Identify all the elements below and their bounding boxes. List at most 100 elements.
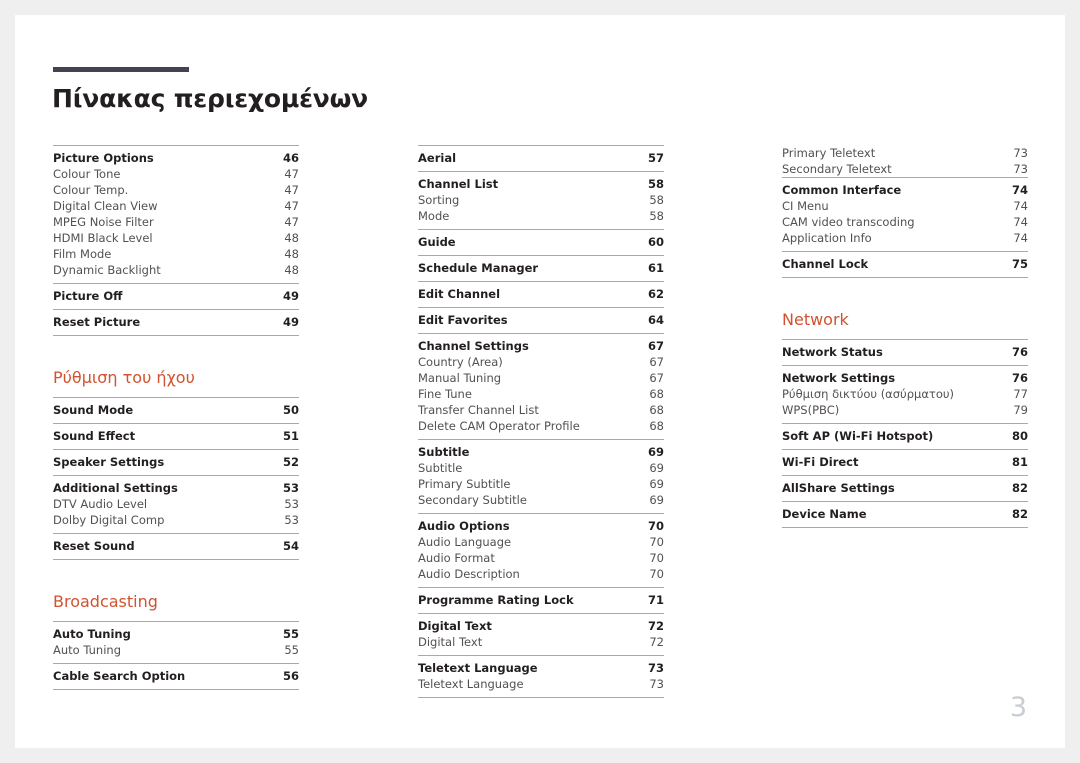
toc-entry-dynamic-backlight[interactable]: Dynamic Backlight 48 (53, 262, 299, 278)
toc-entry-page-number: 68 (649, 387, 664, 401)
toc-group-picture-options: Picture Options 46 Colour Tone 47 Colour Tem… (53, 145, 299, 283)
toc-entry-audio-options[interactable]: Audio Options 70 (418, 518, 664, 534)
toc-entry-aerial[interactable]: Aerial 57 (418, 150, 664, 166)
toc-entry-dtv-audio-level[interactable]: DTV Audio Level 53 (53, 496, 299, 512)
toc-entry-picture-options[interactable]: Picture Options 46 (53, 150, 299, 166)
toc-entry-page-number: 53 (284, 497, 299, 511)
toc-entry-sorting[interactable]: Sorting 58 (418, 192, 664, 208)
toc-entry-label: Wi-Fi Direct (782, 455, 859, 469)
toc-entry-secondary-teletext[interactable]: Secondary Teletext 73 (782, 161, 1028, 177)
toc-entry-page-number: 60 (647, 235, 664, 249)
toc-entry-speaker-settings[interactable]: Speaker Settings 52 (53, 454, 299, 470)
toc-entry-page-number: 72 (649, 635, 664, 649)
toc-entry-application-info[interactable]: Application Info 74 (782, 230, 1028, 246)
toc-entry-page-number: 49 (282, 315, 299, 329)
toc-entry-transfer-channel-list[interactable]: Transfer Channel List 68 (418, 402, 664, 418)
toc-entry-programme-rating-lock[interactable]: Programme Rating Lock 71 (418, 592, 664, 608)
toc-entry-secondary-subtitle[interactable]: Secondary Subtitle 69 (418, 492, 664, 508)
column-left: Picture Options 46 Colour Tone 47 Colour Tem… (53, 145, 299, 698)
toc-entry-page-number: 72 (647, 619, 664, 633)
toc-entry-channel-settings[interactable]: Channel Settings 67 (418, 338, 664, 354)
toc-entry-auto-tuning[interactable]: Auto Tuning 55 (53, 642, 299, 658)
toc-entry-digital-text[interactable]: Digital Text 72 (418, 634, 664, 650)
toc-entry-sound-effect[interactable]: Sound Effect 51 (53, 428, 299, 444)
toc-entry-mpeg-noise-filter[interactable]: MPEG Noise Filter 47 (53, 214, 299, 230)
toc-entry-label: Secondary Subtitle (418, 493, 527, 507)
toc-entry-reset-picture[interactable]: Reset Picture 49 (53, 314, 299, 330)
toc-entry-page-number: 61 (647, 261, 664, 275)
toc-entry-guide[interactable]: Guide 60 (418, 234, 664, 250)
toc-entry-fine-tune[interactable]: Fine Tune 68 (418, 386, 664, 402)
toc-entry-auto-tuning[interactable]: Auto Tuning 55 (53, 626, 299, 642)
toc-entry-label: Sound Effect (53, 429, 136, 443)
toc-entry-reset-sound[interactable]: Reset Sound 54 (53, 538, 299, 554)
column-right: Primary Teletext 73 Secondary Teletext 73 Co… (782, 145, 1028, 698)
toc-entry-audio-language[interactable]: Audio Language 70 (418, 534, 664, 550)
toc-entry-ci-menu[interactable]: CI Menu 74 (782, 198, 1028, 214)
toc-entry-primary-subtitle[interactable]: Primary Subtitle 69 (418, 476, 664, 492)
toc-entry-audio-format[interactable]: Audio Format 70 (418, 550, 664, 566)
toc-entry-label: Teletext Language (418, 661, 538, 675)
toc-entry-channel-lock[interactable]: Channel Lock 75 (782, 256, 1028, 272)
toc-entry-page-number: 51 (282, 429, 299, 443)
toc-entry-channel-list[interactable]: Channel List 58 (418, 176, 664, 192)
toc-entry-colour-temp[interactable]: Colour Temp. 47 (53, 182, 299, 198)
toc-entry-page-number: 69 (649, 477, 664, 491)
toc-entry-teletext-language[interactable]: Teletext Language 73 (418, 676, 664, 692)
toc-entry-audio-description[interactable]: Audio Description 70 (418, 566, 664, 582)
toc-entry-soft-ap-wi-fi-hotspot[interactable]: Soft AP (Wi-Fi Hotspot) 80 (782, 428, 1028, 444)
toc-entry-primary-teletext[interactable]: Primary Teletext 73 (782, 145, 1028, 161)
toc-entry-teletext-language[interactable]: Teletext Language 73 (418, 660, 664, 676)
toc-entry-additional-settings[interactable]: Additional Settings 53 (53, 480, 299, 496)
toc-entry-cam-video-transcoding[interactable]: CAM video transcoding 74 (782, 214, 1028, 230)
toc-entry-subtitle[interactable]: Subtitle 69 (418, 444, 664, 460)
toc-entry-allshare-settings[interactable]: AllShare Settings 82 (782, 480, 1028, 496)
toc-entry-label: Colour Temp. (53, 183, 129, 197)
toc-group-device-name: Device Name 82 (782, 501, 1028, 528)
toc-group-sound-mode: Sound Mode 50 (53, 397, 299, 423)
toc-entry-label: CAM video transcoding (782, 215, 915, 229)
toc-entry-network-status[interactable]: Network Status 76 (782, 344, 1028, 360)
toc-entry-edit-channel[interactable]: Edit Channel 62 (418, 286, 664, 302)
toc-entry-mode[interactable]: Mode 58 (418, 208, 664, 224)
toc-entry-country-area[interactable]: Country (Area) 67 (418, 354, 664, 370)
toc-group-speaker-settings: Speaker Settings 52 (53, 449, 299, 475)
toc-entry-delete-cam-operator-profile[interactable]: Delete CAM Operator Profile 68 (418, 418, 664, 434)
toc-entry-hdmi-black-level[interactable]: HDMI Black Level 48 (53, 230, 299, 246)
toc-entry-edit-favorites[interactable]: Edit Favorites 64 (418, 312, 664, 328)
toc-entry-device-name[interactable]: Device Name 82 (782, 506, 1028, 522)
toc-entry-page-number: 70 (647, 519, 664, 533)
toc-entry-label: Delete CAM Operator Profile (418, 419, 580, 433)
toc-entry-sound-mode[interactable]: Sound Mode 50 (53, 402, 299, 418)
toc-entry-label: Film Mode (53, 247, 112, 261)
toc-entry-page-number: 76 (1011, 371, 1028, 385)
toc-entry-network-settings[interactable]: Network Settings 76 (782, 370, 1028, 386)
toc-entry-label: Country (Area) (418, 355, 503, 369)
toc-entry-digital-text[interactable]: Digital Text 72 (418, 618, 664, 634)
toc-entry-label: Edit Channel (418, 287, 501, 301)
toc-entry-item[interactable]: Ρύθμιση δικτύου (ασύρματου) 77 (782, 386, 1028, 402)
toc-group-network-status: Network Status 76 (782, 339, 1028, 365)
toc-entry-colour-tone[interactable]: Colour Tone 47 (53, 166, 299, 182)
toc-entry-schedule-manager[interactable]: Schedule Manager 61 (418, 260, 664, 276)
toc-entry-label: Audio Description (418, 567, 520, 581)
toc-entry-label: Manual Tuning (418, 371, 502, 385)
toc-entry-page-number: 53 (284, 513, 299, 527)
toc-entry-label: Transfer Channel List (418, 403, 539, 417)
toc-entry-dolby-digital-comp[interactable]: Dolby Digital Comp 53 (53, 512, 299, 528)
toc-entry-page-number: 47 (284, 167, 299, 181)
toc-entry-film-mode[interactable]: Film Mode 48 (53, 246, 299, 262)
toc-entry-label: Audio Format (418, 551, 495, 565)
toc-entry-cable-search-option[interactable]: Cable Search Option 56 (53, 668, 299, 684)
toc-entry-label: Mode (418, 209, 450, 223)
toc-entry-common-interface[interactable]: Common Interface 74 (782, 182, 1028, 198)
toc-entry-manual-tuning[interactable]: Manual Tuning 67 (418, 370, 664, 386)
toc-entry-label: Device Name (782, 507, 867, 521)
toc-entry-picture-off[interactable]: Picture Off 49 (53, 288, 299, 304)
toc-entry-digital-clean-view[interactable]: Digital Clean View 47 (53, 198, 299, 214)
toc-entry-wps-pbc[interactable]: WPS(PBC) 79 (782, 402, 1028, 418)
toc-group-picture-off: Picture Off 49 (53, 283, 299, 309)
toc-entry-wi-fi-direct[interactable]: Wi-Fi Direct 81 (782, 454, 1028, 470)
toc-entry-label: HDMI Black Level (53, 231, 153, 245)
toc-entry-subtitle[interactable]: Subtitle 69 (418, 460, 664, 476)
